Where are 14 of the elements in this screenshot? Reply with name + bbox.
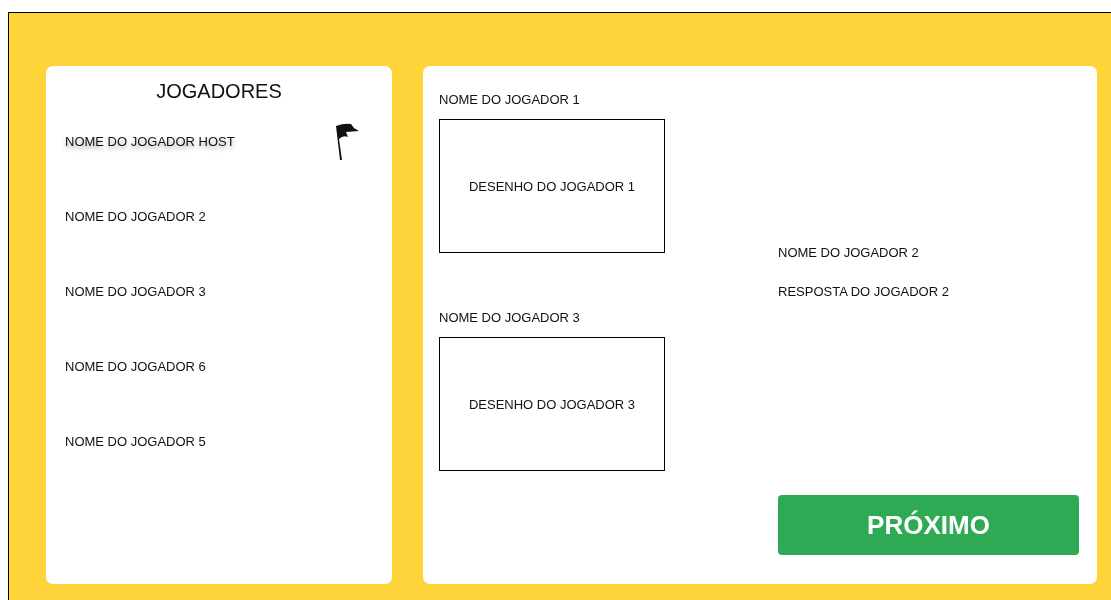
player-name: NOME DO JOGADOR 2 — [65, 209, 206, 224]
player-name: NOME DO JOGADOR HOST — [65, 134, 235, 149]
panel-title: JOGADORES — [155, 80, 283, 103]
player-answer: RESPOSTA DO JOGADOR 2 — [778, 284, 950, 299]
flag-icon — [334, 122, 360, 161]
player-name: NOME DO JOGADOR 3 — [65, 284, 206, 299]
player-name: NOME DO JOGADOR 3 — [439, 310, 581, 325]
player-name: NOME DO JOGADOR 1 — [439, 92, 581, 107]
drawing-frame: DESENHO DO JOGADOR 3 — [439, 337, 665, 471]
player-name: NOME DO JOGADOR 5 — [65, 434, 206, 449]
next-button[interactable]: PRÓXIMO — [778, 495, 1079, 555]
player-name: NOME DO JOGADOR 2 — [778, 245, 920, 260]
drawing-frame: DESENHO DO JOGADOR 1 — [439, 119, 665, 253]
player-name: NOME DO JOGADOR 6 — [65, 359, 206, 374]
